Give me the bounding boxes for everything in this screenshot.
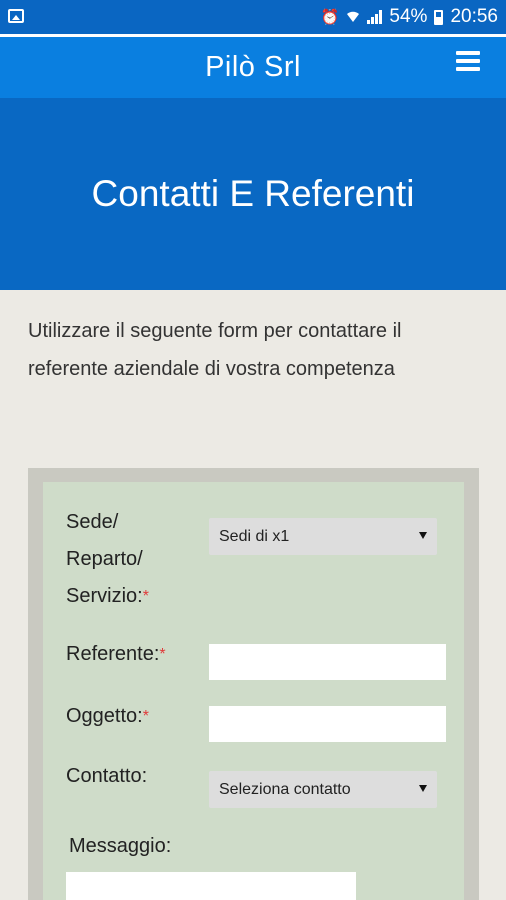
status-bar: ⏰ 54% 20:56 bbox=[0, 0, 506, 34]
battery-icon bbox=[434, 9, 444, 25]
clock: 20:56 bbox=[450, 6, 498, 27]
app-title: Pilò Srl bbox=[205, 51, 301, 83]
sede-label-text: Servizio: bbox=[66, 585, 143, 607]
intro-text: Utilizzare il seguente form per contatta… bbox=[28, 320, 402, 380]
sede-select[interactable]: Sedi di x1 bbox=[209, 518, 437, 555]
image-icon bbox=[8, 9, 24, 23]
referente-label: Referente:* bbox=[66, 636, 166, 673]
contatto-label: Contatto: bbox=[66, 765, 148, 787]
page-title: Contatti E Referenti bbox=[91, 173, 415, 214]
messaggio-label: Messaggio: bbox=[69, 835, 172, 857]
alarm-icon: ⏰ bbox=[320, 8, 340, 26]
sede-label-line3: Servizio:* bbox=[66, 578, 149, 615]
sede-label-line1: Sede/ bbox=[66, 511, 119, 533]
oggetto-label: Oggetto:* bbox=[66, 698, 149, 735]
dropdown-arrow-icon bbox=[419, 785, 427, 792]
required-mark: * bbox=[159, 646, 166, 664]
signal-icon bbox=[367, 10, 383, 24]
hamburger-menu-icon[interactable] bbox=[456, 51, 480, 71]
messaggio-textarea[interactable] bbox=[66, 872, 356, 900]
sede-select-value: Sedi di x1 bbox=[219, 527, 290, 545]
contatto-select[interactable]: Seleziona contatto bbox=[209, 771, 437, 808]
contact-form: Sede/ Reparto/ Servizio:* Sedi di x1 Ref… bbox=[43, 482, 464, 900]
dropdown-arrow-icon bbox=[419, 532, 427, 539]
hero-banner: Contatti E Referenti bbox=[0, 98, 506, 290]
wifi-icon bbox=[346, 8, 360, 26]
referente-label-text: Referente: bbox=[66, 643, 160, 665]
app-bar: Pilò Srl bbox=[0, 37, 506, 98]
contact-form-frame: Sede/ Reparto/ Servizio:* Sedi di x1 Ref… bbox=[28, 468, 479, 900]
contatto-select-value: Seleziona contatto bbox=[219, 780, 351, 798]
battery-percent: 54% bbox=[389, 6, 428, 27]
referente-input[interactable] bbox=[209, 644, 446, 680]
required-mark: * bbox=[142, 708, 149, 726]
oggetto-input[interactable] bbox=[209, 706, 446, 742]
sede-label-line2: Reparto/ bbox=[66, 548, 143, 570]
required-mark: * bbox=[142, 588, 149, 606]
sede-label: Sede/ Reparto/ Servizio:* bbox=[66, 504, 149, 615]
oggetto-label-text: Oggetto: bbox=[66, 705, 143, 727]
status-indicators: ⏰ 54% 20:56 bbox=[321, 0, 498, 34]
